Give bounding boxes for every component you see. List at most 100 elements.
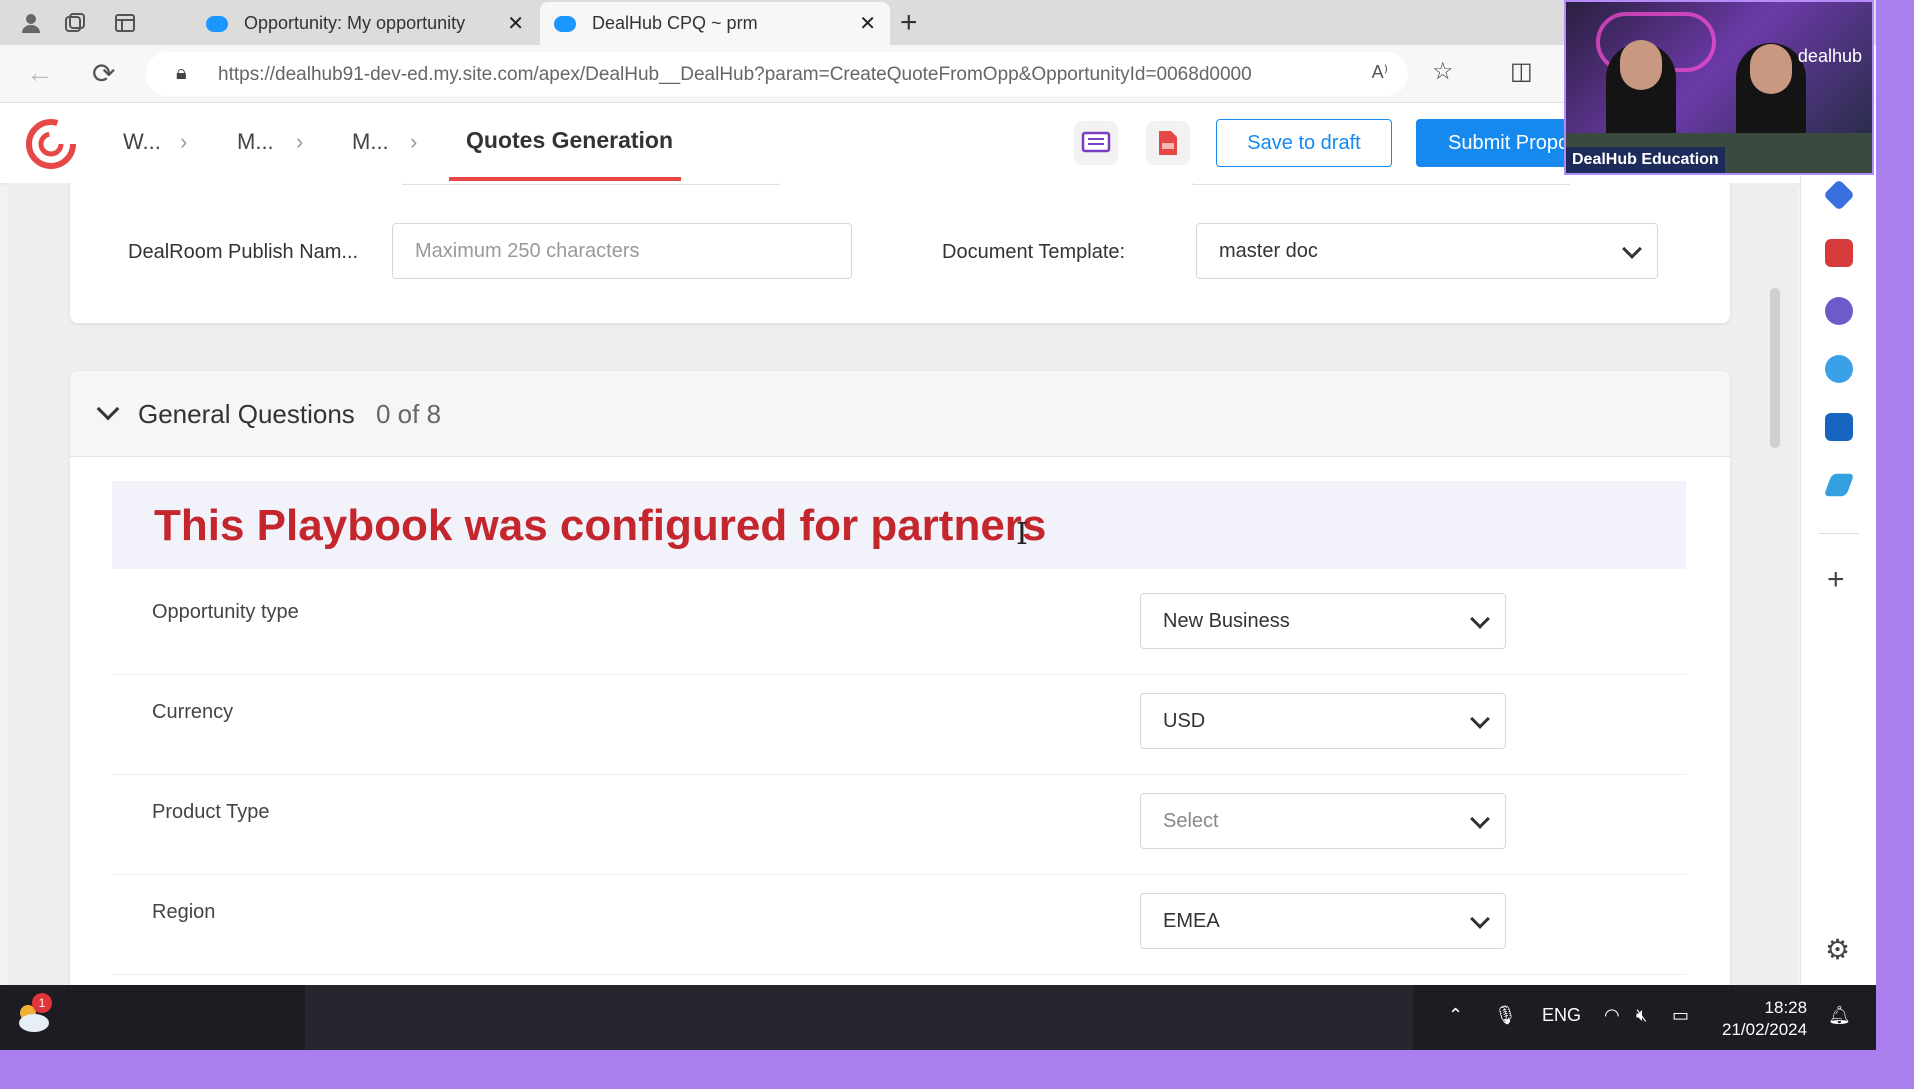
gear-icon[interactable]: ⚙ (1825, 933, 1850, 966)
battery-icon[interactable]: ▭ (1672, 1005, 1689, 1026)
breadcrumb-item[interactable]: M... (352, 129, 389, 155)
games-icon[interactable] (1825, 297, 1853, 325)
active-step-underline (449, 177, 681, 181)
chevron-down-icon (1470, 709, 1490, 729)
microphone-icon[interactable]: 🎙︎ (1494, 1005, 1517, 1026)
section-header[interactable]: General Questions 0 of 8 (70, 371, 1730, 457)
pdf-icon[interactable] (1146, 121, 1190, 165)
opportunity-type-select[interactable]: New Business (1140, 593, 1506, 649)
question-row: Product Type Select (112, 775, 1686, 875)
section-title: General Questions (138, 399, 355, 429)
dealroom-name-input[interactable]: Maximum 250 characters (392, 223, 852, 279)
refresh-icon[interactable]: ⟳ (92, 57, 115, 90)
dealroom-name-label: DealRoom Publish Nam... (128, 241, 359, 263)
back-arrow-icon[interactable]: ← (26, 57, 54, 89)
language-indicator[interactable]: ENG (1542, 1005, 1581, 1026)
salesforce-favicon-icon (554, 15, 576, 32)
presenter-head (1750, 44, 1792, 94)
webcam-overlay: dealhub DealHub Education (1564, 0, 1874, 175)
chevron-up-icon[interactable]: ⌃ (1448, 1005, 1463, 1026)
url-text: https://dealhub91-dev-ed.my.site.com/ape… (218, 64, 1252, 85)
page-title: Quotes Generation (466, 127, 674, 153)
select-placeholder: Select (1163, 810, 1219, 832)
playbook-banner: This Playbook was configured for partner… (112, 481, 1686, 569)
bell-icon[interactable]: 🔔︎ (1828, 1005, 1851, 1026)
chevron-down-icon[interactable] (96, 397, 120, 421)
question-label: Opportunity type (152, 601, 299, 623)
notification-badge: 1 (32, 993, 52, 1013)
currency-select[interactable]: USD (1140, 693, 1506, 749)
tab-title: DealHub CPQ ~ prm (592, 13, 758, 33)
url-field[interactable]: 🔒︎ https://dealhub91-dev-ed.my.site.com/… (146, 52, 1408, 96)
tab-opportunity[interactable]: Opportunity: My opportunity ✕ (192, 2, 538, 45)
browser-sidebar: + ⚙ (1800, 103, 1876, 985)
mute-icon[interactable]: 🔇︎ (1636, 1005, 1647, 1026)
dealhub-logo-icon[interactable] (24, 117, 78, 171)
breadcrumb-item[interactable]: W... (123, 129, 161, 155)
clock-date: 21/02/2024 (1722, 1020, 1808, 1039)
breadcrumb-item[interactable]: M... (237, 129, 274, 155)
send-icon[interactable] (1823, 473, 1855, 497)
question-label: Region (152, 901, 216, 923)
sidebar-divider (1819, 533, 1859, 534)
presenter-head (1620, 40, 1662, 90)
profile-icon[interactable] (18, 10, 44, 36)
salesforce-favicon-icon (206, 15, 228, 32)
tag-icon[interactable] (1823, 179, 1855, 211)
preview-icon[interactable] (1074, 121, 1118, 165)
save-to-draft-button[interactable]: Save to draft (1216, 119, 1392, 167)
general-questions-card: General Questions 0 of 8 This Playbook w… (70, 371, 1730, 985)
chevron-down-icon (1622, 239, 1642, 259)
chevron-right-icon: › (180, 129, 188, 154)
clock[interactable]: 18:28 21/02/2024 (1722, 997, 1807, 1041)
clock-time: 18:28 (1764, 998, 1808, 1017)
document-template-value: master doc (1219, 240, 1318, 262)
chevron-down-icon (1470, 609, 1490, 629)
wifi-icon[interactable]: ◠ (1604, 1005, 1620, 1026)
proposal-settings-card: DealRoom Publish Nam... Maximum 250 char… (70, 183, 1730, 323)
tab-actions-icon[interactable] (112, 10, 138, 36)
select-value: USD (1163, 710, 1206, 732)
text-cursor-icon: I (1016, 517, 1028, 552)
tab-title: Opportunity: My opportunity (244, 13, 466, 33)
question-label: Currency (152, 701, 234, 723)
section-progress-count: 0 of 8 (376, 399, 442, 429)
office-icon[interactable] (1825, 355, 1853, 383)
chevron-down-icon (1470, 809, 1490, 829)
outlook-icon[interactable] (1825, 413, 1853, 441)
windows-taskbar: 1 ⌃ 🎙︎ ENG ◠ 🔇︎ ▭ 18:28 21/02/2024 🔔︎ (0, 985, 1876, 1050)
favorite-star-icon[interactable]: ☆ (1432, 57, 1454, 86)
split-screen-icon[interactable]: ◫ (1510, 57, 1533, 86)
question-row: Region EMEA (112, 875, 1686, 975)
document-template-label: Document Template: (942, 241, 1126, 263)
select-value: EMEA (1163, 910, 1220, 932)
question-row: Opportunity type New Business (112, 575, 1686, 675)
chevron-right-icon: › (296, 129, 304, 154)
lock-icon: 🔒︎ (176, 62, 187, 84)
toolbox-icon[interactable] (1825, 239, 1853, 267)
field-outline-fragment (402, 183, 780, 185)
chevron-right-icon: › (410, 129, 418, 154)
close-tab-icon[interactable]: ✕ (507, 11, 524, 36)
vertical-scrollbar[interactable] (1770, 288, 1780, 448)
field-outline-fragment (1192, 183, 1570, 185)
close-tab-icon[interactable]: ✕ (859, 11, 876, 36)
add-icon[interactable]: + (1827, 563, 1845, 597)
banner-text: This Playbook was configured for partner… (154, 501, 1047, 550)
workspaces-icon[interactable] (62, 10, 88, 36)
new-tab-icon[interactable]: + (900, 6, 918, 40)
question-row: Currency USD (112, 675, 1686, 775)
select-value: New Business (1163, 610, 1290, 632)
document-template-select[interactable]: master doc (1196, 223, 1658, 279)
region-select[interactable]: EMEA (1140, 893, 1506, 949)
product-type-select[interactable]: Select (1140, 793, 1506, 849)
tab-dealhub[interactable]: DealHub CPQ ~ prm ✕ (540, 2, 890, 45)
dealhub-watermark: dealhub (1797, 46, 1862, 66)
webcam-caption: DealHub Education (1566, 147, 1725, 173)
chevron-down-icon (1470, 909, 1490, 929)
question-label: Product Type (152, 801, 270, 823)
taskbar-apps (305, 985, 1413, 1050)
main-content: DealRoom Publish Nam... Maximum 250 char… (8, 183, 1798, 985)
read-aloud-icon[interactable]: A⁾ (1372, 62, 1388, 83)
screen: Opportunity: My opportunity ✕ DealHub CP… (0, 0, 1876, 1050)
